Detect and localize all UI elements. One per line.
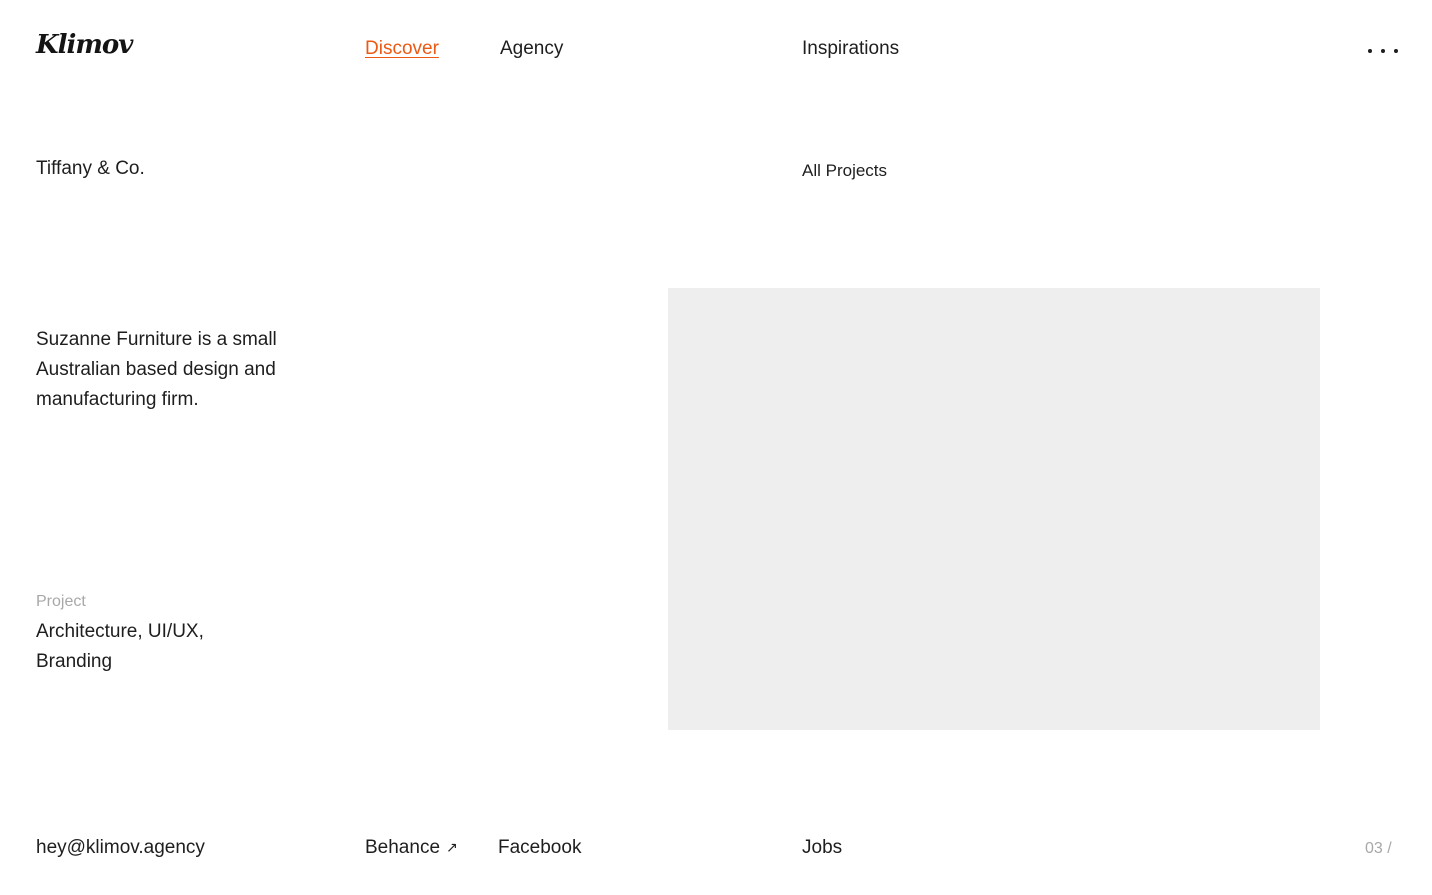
more-dots-icon[interactable] <box>1368 46 1398 56</box>
project-image[interactable] <box>668 288 1320 730</box>
dot <box>1368 49 1372 53</box>
dot <box>1394 49 1398 53</box>
dot <box>1381 49 1385 53</box>
logo[interactable]: Klimov <box>36 30 133 60</box>
project-categories: Architecture, UI/UX, Branding <box>36 621 204 672</box>
external-arrow-icon: ↗ <box>446 839 458 855</box>
nav-inspirations[interactable]: Inspirations <box>802 38 899 60</box>
nav-agency[interactable]: Agency <box>500 38 563 60</box>
project-description: Suzanne Furniture is a small Australian … <box>36 329 277 410</box>
page-counter: 03 / <box>1365 840 1392 857</box>
behance-link[interactable]: Behance ↗ <box>365 837 458 859</box>
facebook-link[interactable]: Facebook <box>498 837 581 859</box>
all-projects-link[interactable]: All Projects <box>802 161 887 181</box>
jobs-link[interactable]: Jobs <box>802 837 842 859</box>
nav-discover[interactable]: Discover <box>365 38 439 60</box>
page: Klimov Discover Agency Inspirations Tiff… <box>0 0 1432 895</box>
behance-label: Behance <box>365 837 441 858</box>
project-category-label: Project <box>36 593 86 610</box>
email-link[interactable]: hey@klimov.agency <box>36 837 205 859</box>
client-name: Tiffany & Co. <box>36 158 145 179</box>
